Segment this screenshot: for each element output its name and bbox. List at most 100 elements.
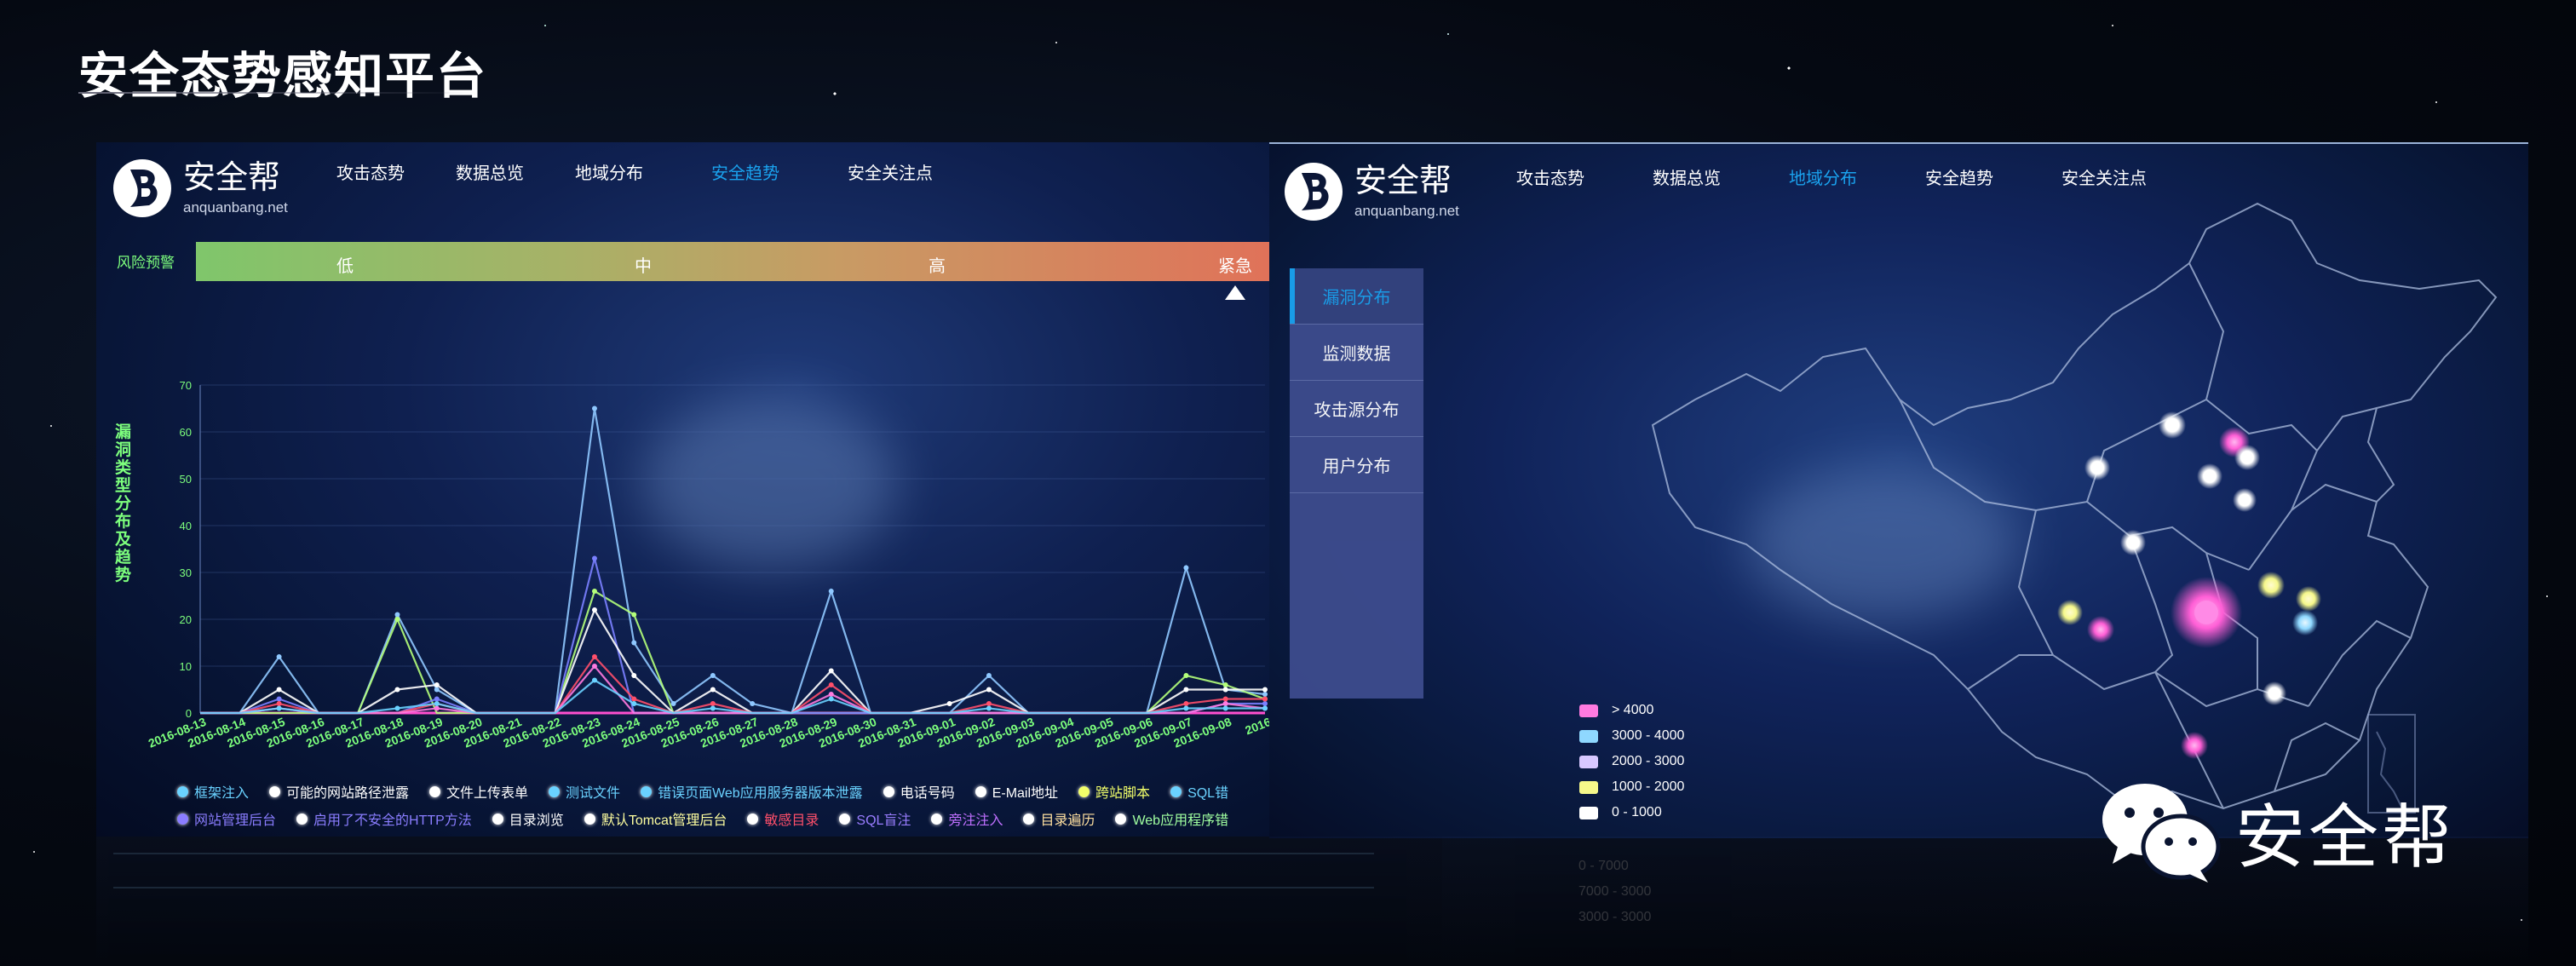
legend-item[interactable]: 默认Tomcat管理后台 bbox=[584, 808, 727, 829]
chart-data-point bbox=[1183, 687, 1189, 693]
legend-item[interactable]: 目录遍历 bbox=[1023, 808, 1095, 829]
map-markers bbox=[2057, 411, 2321, 759]
chart-y-tick-label: 40 bbox=[180, 520, 192, 532]
legend-item[interactable]: 启用了不安全的HTTP方法 bbox=[296, 808, 472, 829]
chart-data-point bbox=[276, 696, 282, 702]
chart-data-point bbox=[828, 589, 834, 594]
map-marker[interactable] bbox=[2197, 463, 2222, 489]
legend-item[interactable]: 敏感目录 bbox=[747, 808, 819, 829]
chart-y-tick-label: 20 bbox=[180, 613, 192, 626]
chart-x-tick-label: 2016 bbox=[1243, 715, 1269, 738]
chart-data-point bbox=[434, 696, 440, 702]
legend-item[interactable]: 错误页面Web应用服务器版本泄露 bbox=[641, 781, 863, 802]
legend-item[interactable]: E-Mail地址 bbox=[975, 781, 1058, 802]
map-marker[interactable] bbox=[2057, 600, 2083, 625]
chart-data-point bbox=[591, 555, 597, 561]
reflection-lines bbox=[113, 853, 1374, 888]
map-marker[interactable] bbox=[2181, 732, 2208, 759]
chart-series-line bbox=[200, 607, 1265, 715]
legend-dot-icon bbox=[1023, 813, 1035, 825]
legend-item[interactable]: 网站管理后台 bbox=[177, 808, 276, 829]
chart-data-point bbox=[394, 705, 400, 711]
legend-item[interactable]: 目录浏览 bbox=[492, 808, 564, 829]
wechat-watermark-text: 安全帮 bbox=[2235, 798, 2456, 877]
wechat-watermark: 安全帮 bbox=[2096, 775, 2455, 886]
chart-data-point bbox=[591, 589, 597, 594]
chart-data-point bbox=[1222, 682, 1228, 687]
chart-data-point bbox=[1183, 565, 1189, 571]
map-marker[interactable] bbox=[2084, 455, 2110, 480]
legend-dot-icon bbox=[1115, 813, 1127, 825]
legend-item[interactable]: SQL盲注 bbox=[839, 808, 911, 829]
legend-label: 错误页面Web应用服务器版本泄露 bbox=[658, 786, 863, 801]
legend-item[interactable]: 电话号码 bbox=[883, 781, 955, 802]
chart-data-point bbox=[1262, 705, 1268, 711]
legend-item[interactable]: 测试文件 bbox=[549, 781, 620, 802]
chart-y-tick-label: 60 bbox=[180, 426, 192, 439]
chart-data-point bbox=[1262, 687, 1268, 693]
left-dashboard-panel: 安全帮 anquanbang.net 攻击态势 数据总览 地域分布 安全趋势 安… bbox=[96, 142, 1269, 837]
legend-item[interactable]: Web应用程序错 bbox=[1115, 808, 1228, 829]
legend-label: 文件上传表单 bbox=[446, 786, 529, 801]
legend-item[interactable]: 跨站脚本 bbox=[1078, 781, 1150, 802]
map-marker[interactable] bbox=[2233, 488, 2257, 512]
legend-label: SQL盲注 bbox=[856, 814, 911, 828]
chart-data-point bbox=[434, 687, 440, 693]
legend-label: 跨站脚本 bbox=[1095, 786, 1151, 801]
legend-item[interactable]: 可能的网站路径泄露 bbox=[269, 781, 409, 802]
legend-dot-icon bbox=[839, 813, 851, 825]
legend-label: 电话号码 bbox=[900, 786, 955, 801]
legend-swatch-icon bbox=[1579, 755, 1598, 768]
map-marker[interactable] bbox=[2257, 572, 2285, 599]
legend-label: 敏感目录 bbox=[764, 814, 819, 828]
legend-swatch-icon bbox=[1579, 806, 1598, 819]
legend-label: 启用了不安全的HTTP方法 bbox=[313, 814, 472, 828]
chart-data-point bbox=[946, 701, 952, 706]
legend-item[interactable]: 框架注入 bbox=[177, 781, 249, 802]
legend-item[interactable]: 旁注注入 bbox=[931, 808, 1003, 829]
legend-dot-icon bbox=[641, 785, 653, 797]
chart-data-point bbox=[710, 673, 716, 678]
chart-data-point bbox=[276, 687, 282, 693]
chart-data-point bbox=[276, 654, 282, 659]
chart-data-point bbox=[1222, 705, 1228, 711]
chart-data-point bbox=[631, 612, 637, 618]
reflected-legend-label: 7000 - 3000 bbox=[1578, 884, 1652, 899]
legend-swatch-icon bbox=[1579, 704, 1598, 717]
legend-label: Web应用程序错 bbox=[1132, 814, 1229, 828]
legend-label: 默认Tomcat管理后台 bbox=[601, 814, 727, 828]
chart-data-point bbox=[631, 696, 637, 702]
map-marker[interactable] bbox=[2159, 411, 2186, 439]
map-marker[interactable] bbox=[2296, 586, 2321, 612]
chart-data-point bbox=[1262, 692, 1268, 697]
map-marker[interactable] bbox=[2263, 681, 2286, 705]
legend-swatch-icon bbox=[1579, 729, 1598, 743]
map-marker[interactable] bbox=[2234, 445, 2260, 470]
legend-label: 目录遍历 bbox=[1040, 814, 1095, 828]
chart-data-point bbox=[1262, 696, 1268, 702]
legend-dot-icon bbox=[429, 785, 441, 797]
floor-reflection-left bbox=[96, 837, 1442, 966]
map-legend-item: 1000 - 2000 bbox=[1579, 774, 1684, 800]
chart-legend-row-1: 框架注入 可能的网站路径泄露 文件上传表单 测试文件 错误页面Web应用服务器版… bbox=[177, 781, 1269, 802]
map-marker[interactable] bbox=[2087, 616, 2114, 643]
legend-swatch-icon bbox=[1579, 780, 1598, 794]
map-marker[interactable] bbox=[2120, 530, 2146, 555]
chart-data-point bbox=[276, 701, 282, 706]
map-marker[interactable] bbox=[2292, 610, 2318, 635]
legend-dot-icon bbox=[1170, 785, 1182, 797]
chart-data-point bbox=[986, 705, 992, 711]
map-legend-label: 3000 - 4000 bbox=[1612, 728, 1685, 743]
china-map[interactable] bbox=[1269, 144, 2528, 838]
chart-data-point bbox=[631, 701, 637, 706]
legend-item[interactable]: SQL错 bbox=[1170, 781, 1228, 802]
map-outline bbox=[1651, 202, 2498, 810]
chart-data-point bbox=[710, 687, 716, 693]
chart-data-point bbox=[1183, 705, 1189, 711]
map-legend-label: 1000 - 2000 bbox=[1612, 779, 1685, 794]
map-legend: > 4000 3000 - 4000 2000 - 3000 1000 - 20… bbox=[1579, 698, 1684, 825]
chart-data-point bbox=[828, 682, 834, 687]
map-legend-label: > 4000 bbox=[1612, 703, 1654, 717]
legend-item[interactable]: 文件上传表单 bbox=[429, 781, 528, 802]
map-legend-item: 3000 - 4000 bbox=[1579, 723, 1684, 749]
